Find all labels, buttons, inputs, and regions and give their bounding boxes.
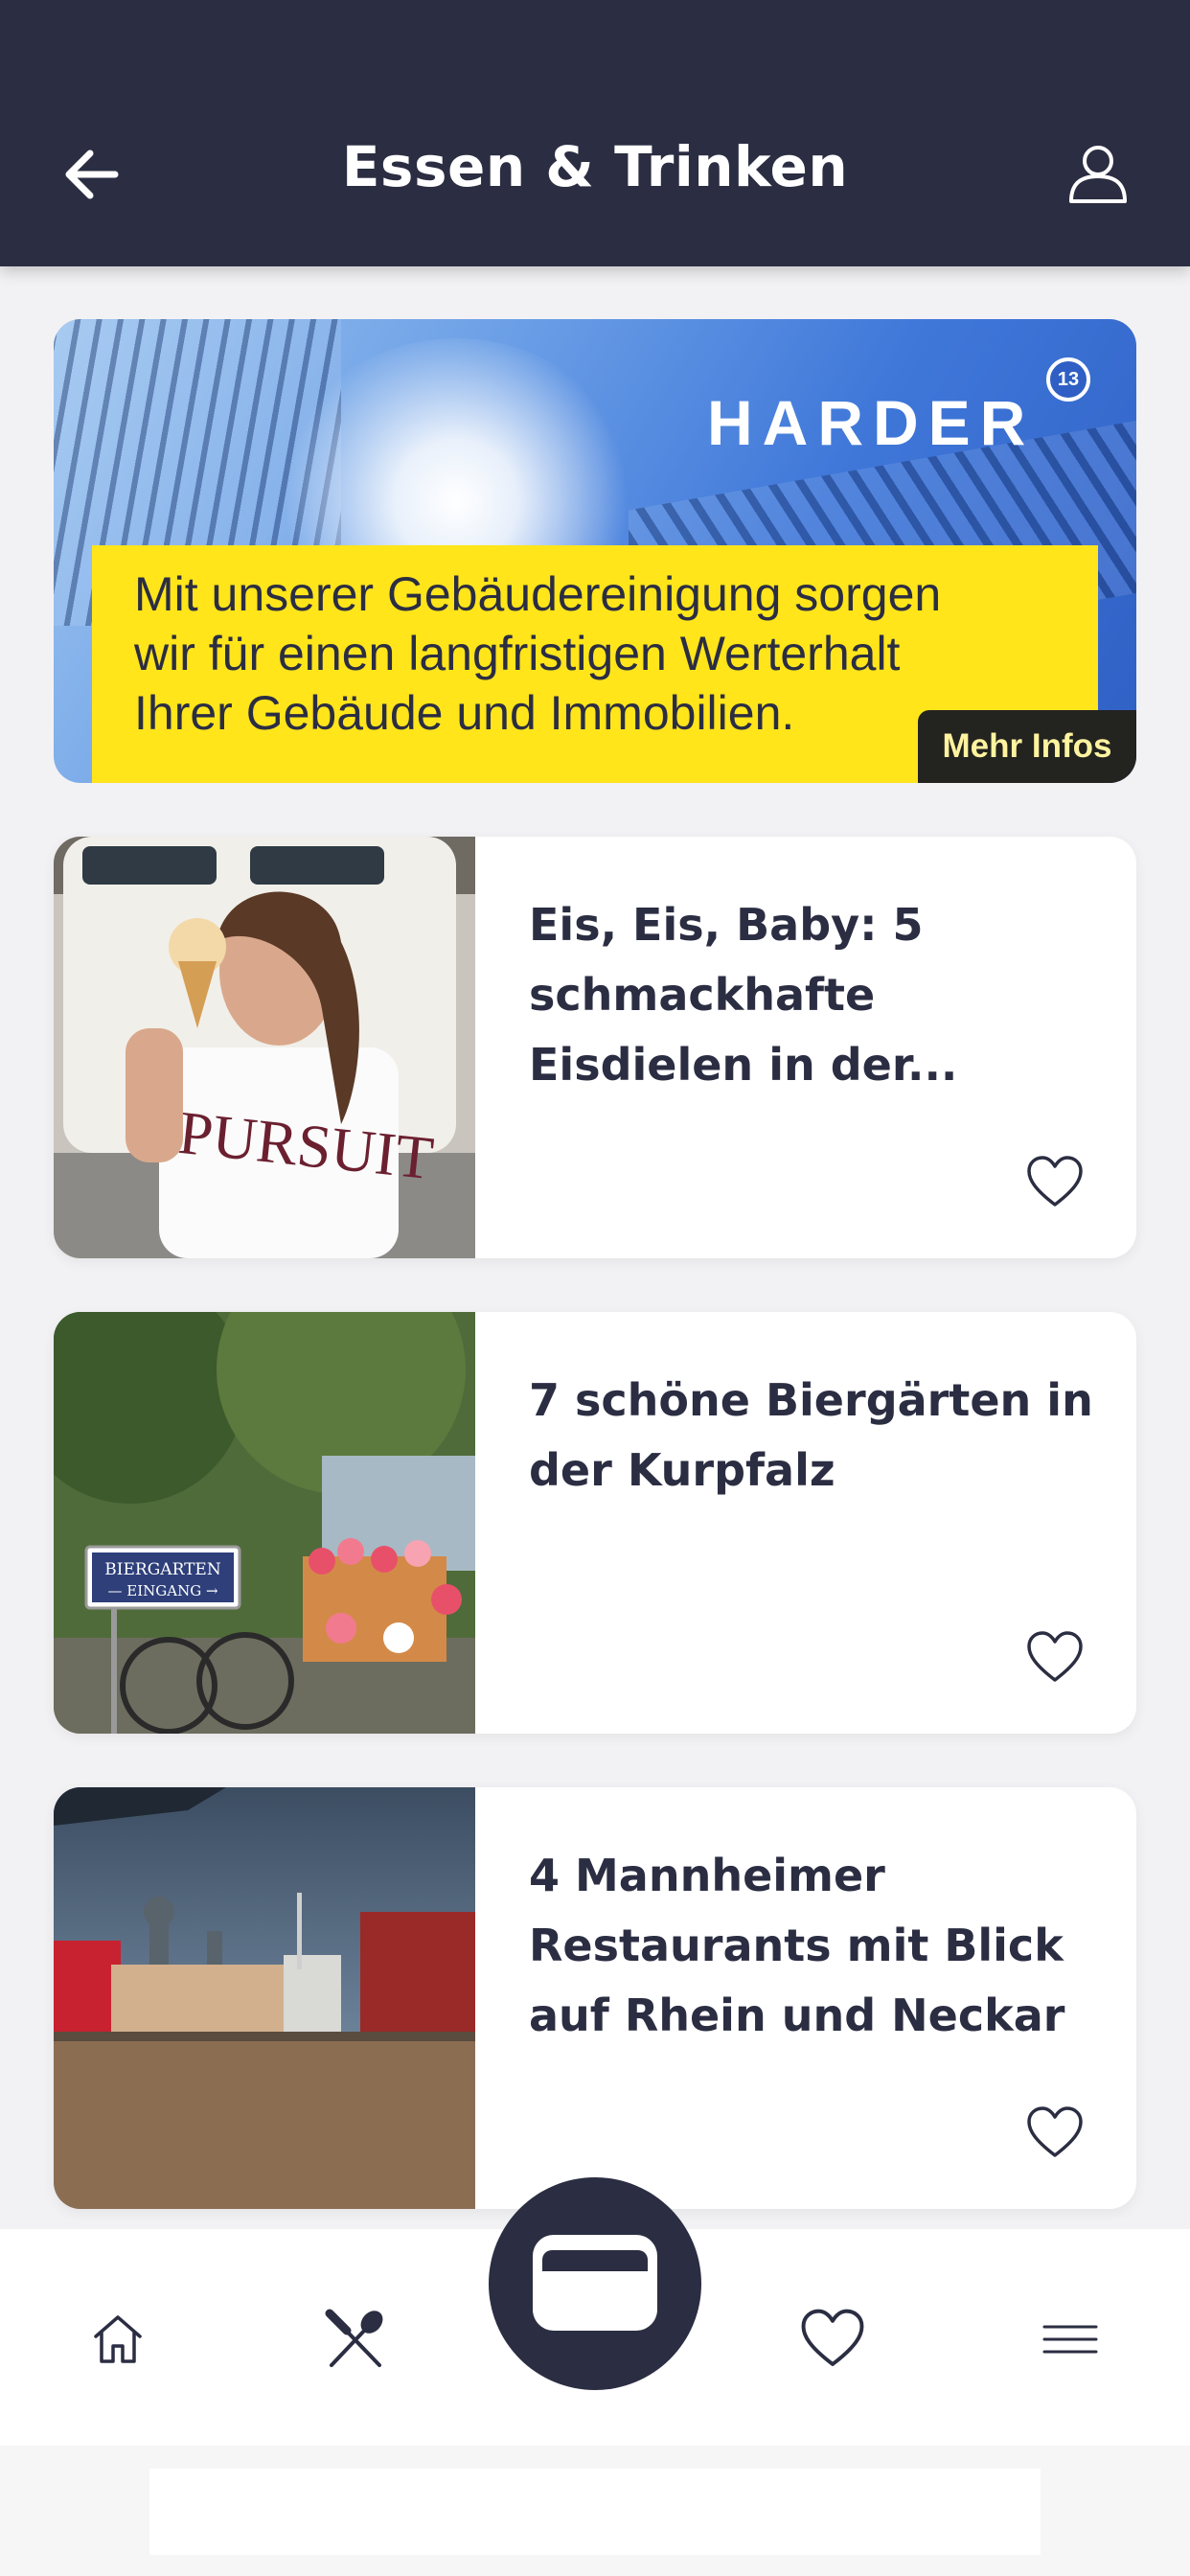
article-card[interactable]: BIERGARTEN — EINGANG → 7 schöne Biergärt… bbox=[54, 1312, 1136, 1734]
article-title: 7 schöne Biergärten in der Kurpfalz bbox=[529, 1374, 1093, 1496]
biergarten-sign-line1: BIERGARTEN bbox=[104, 1560, 221, 1579]
restaurant-icon bbox=[325, 2309, 383, 2367]
nav-home[interactable] bbox=[84, 2306, 151, 2373]
nav-restaurants[interactable] bbox=[322, 2306, 389, 2373]
ad-more-info-button[interactable]: Mehr Infos bbox=[918, 710, 1136, 783]
biergarten-sign-line2: — EINGANG → bbox=[107, 1582, 217, 1599]
article-title: 4 Mannheimer Restaurants mit Blick auf R… bbox=[529, 1850, 1065, 2041]
ad-brand-logo: HARDER bbox=[707, 387, 1036, 458]
ad-text-line: Mit unserer Gebäudereinigung sorgen bbox=[134, 567, 942, 621]
page-title: Essen & Trinken bbox=[341, 134, 849, 199]
system-gesture-area bbox=[149, 2469, 1041, 2555]
article-card[interactable]: PURSUIT Eis, Eis, Baby: 5 schmackhafte E… bbox=[54, 837, 1136, 1258]
ad-text-line: wir für einen langfristigen Werterhalt bbox=[134, 627, 901, 680]
wallet-button[interactable] bbox=[489, 2177, 701, 2390]
user-icon bbox=[1069, 146, 1127, 203]
favorite-button[interactable] bbox=[1025, 2104, 1085, 2163]
article-image: BIERGARTEN — EINGANG → bbox=[54, 1312, 475, 1734]
nav-favorites[interactable] bbox=[799, 2306, 866, 2373]
wallet-icon-flap bbox=[542, 2250, 648, 2271]
wallet-icon bbox=[533, 2235, 657, 2331]
ad-brand-badge: 13 bbox=[1046, 357, 1090, 402]
menu-icon bbox=[1042, 2325, 1098, 2354]
favorite-button[interactable] bbox=[1025, 1628, 1085, 1688]
heart-icon bbox=[1027, 1156, 1083, 1207]
article-title: Eis, Eis, Baby: 5 schmackhafte Eisdielen… bbox=[529, 899, 958, 1091]
ad-banner[interactable]: HARDER 13 Mit unserer Gebäudereinigung s… bbox=[54, 319, 1136, 783]
favorite-button[interactable] bbox=[1025, 1153, 1085, 1212]
system-navigation-bar bbox=[0, 2446, 1190, 2576]
home-icon bbox=[94, 2315, 142, 2363]
profile-button[interactable] bbox=[1064, 140, 1133, 209]
heart-icon bbox=[1027, 1631, 1083, 1682]
heart-icon bbox=[1027, 2106, 1083, 2157]
app-header: Essen & Trinken bbox=[0, 0, 1190, 266]
article-image bbox=[54, 1787, 475, 2209]
nav-menu[interactable] bbox=[1037, 2306, 1104, 2373]
article-image: PURSUIT bbox=[54, 837, 475, 1258]
article-card[interactable]: 4 Mannheimer Restaurants mit Blick auf R… bbox=[54, 1787, 1136, 2209]
heart-icon bbox=[801, 2309, 864, 2366]
